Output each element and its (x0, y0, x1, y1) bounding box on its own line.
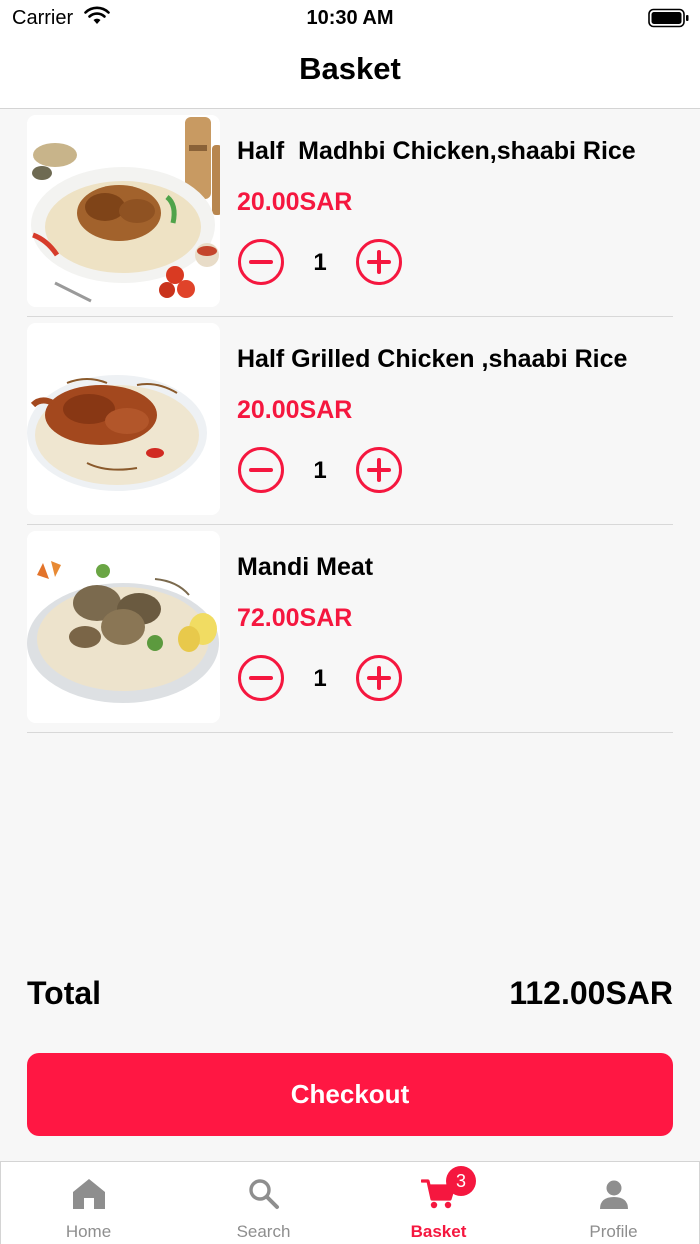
cart-count-badge: 3 (446, 1166, 476, 1196)
decrease-quantity-button[interactable] (238, 447, 284, 493)
food-photo-grilled-chicken (27, 323, 220, 515)
item-name: Mandi Meat (237, 553, 374, 581)
item-price: 20.00SAR (237, 396, 353, 424)
food-photo-madhbi-chicken (27, 115, 220, 307)
person-icon (596, 1176, 632, 1212)
item-price: 72.00SAR (237, 604, 353, 632)
increase-quantity-button[interactable] (356, 447, 402, 493)
basket-item: Half Madhbi Chicken,shaabi Rice 20.00SAR… (27, 109, 673, 317)
item-quantity: 1 (313, 665, 327, 692)
tab-profile[interactable]: Profile (526, 1162, 700, 1244)
increase-quantity-button[interactable] (356, 655, 402, 701)
tab-label: Home (65, 1222, 112, 1241)
total-label: Total (27, 975, 102, 1011)
basket-item: Half Grilled Chicken ,shaabi Rice 20.00S… (27, 317, 673, 525)
item-name: Half Grilled Chicken ,shaabi Rice (237, 345, 628, 373)
increase-quantity-button[interactable] (356, 239, 402, 285)
item-name: Half Madhbi Chicken,shaabi Rice (237, 137, 636, 165)
navigation-bar: Basket (0, 36, 700, 109)
status-bar: Carrier 10:30 AM (0, 0, 700, 36)
battery-icon (648, 8, 690, 33)
total-row: Total 112.00SAR (27, 975, 673, 1015)
food-photo-mandi-meat (27, 531, 220, 723)
tab-bar: Home Search Basket Profile (0, 1161, 700, 1244)
total-amount: 112.00SAR (509, 975, 673, 1011)
tab-label: Profile (589, 1222, 638, 1241)
item-quantity: 1 (313, 457, 327, 484)
basket-item: Mandi Meat 72.00SAR 1 (27, 525, 673, 733)
search-icon (246, 1176, 282, 1212)
tab-home[interactable]: Home (1, 1162, 176, 1244)
home-icon (71, 1176, 107, 1212)
basket-list: Half Madhbi Chicken,shaabi Rice 20.00SAR… (27, 109, 673, 733)
tab-search[interactable]: Search (176, 1162, 351, 1244)
tab-basket[interactable]: Basket (351, 1162, 526, 1244)
tab-label: Basket (410, 1222, 467, 1241)
checkout-button[interactable]: Checkout (27, 1053, 673, 1136)
clock-label: 10:30 AM (306, 7, 394, 29)
item-quantity: 1 (313, 249, 327, 276)
page-title: Basket (299, 51, 401, 86)
item-price: 20.00SAR (237, 188, 353, 216)
tab-label: Search (236, 1222, 291, 1241)
decrease-quantity-button[interactable] (238, 655, 284, 701)
decrease-quantity-button[interactable] (238, 239, 284, 285)
